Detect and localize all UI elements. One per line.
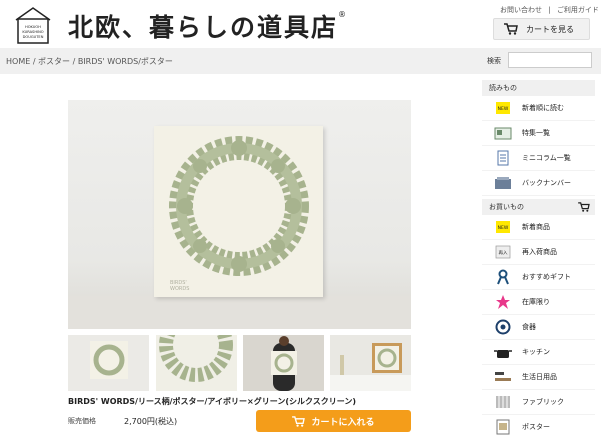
sidebar-item-restock[interactable]: 再入 再入荷商品 [482,240,595,265]
sidebar-item-label: 新着商品 [522,223,550,231]
site-logo-title[interactable]: 北欧、暮らしの道具店® [68,8,348,44]
sidebar-item-label: ミニコラム一覧 [522,154,571,162]
thumbnail-3[interactable] [243,335,324,391]
cart-icon [292,415,306,427]
star-icon [490,290,516,315]
sidebar-item-features[interactable]: 特集一覧 [482,121,595,146]
feature-icon [490,121,516,146]
cart-icon [578,202,590,212]
svg-text:WORDS: WORDS [170,286,189,292]
search-input[interactable] [508,52,592,68]
shelf [68,296,411,329]
view-cart-button[interactable]: カートを見る [493,18,590,40]
sidebar-item-limited-stock[interactable]: 在庫限り [482,290,595,315]
logo-house-icon[interactable]: HOKUOH KURASHINO DOUGUTEN [14,6,52,44]
thumbnail-strip [68,335,411,391]
sidebar-item-label: ポスター [522,423,550,431]
poster-icon [490,415,516,436]
sidebar-item-new-articles[interactable]: NEW 新着順に読む [482,96,595,121]
sidebar-item-mini-columns[interactable]: ミニコラム一覧 [482,146,595,171]
svg-text:NEW: NEW [498,225,509,231]
svg-text:再入: 再入 [499,250,508,256]
search-label: 検索 [487,57,501,65]
sidebar: 読みもの NEW 新着順に読む 特集一覧 ミニコラム一覧 バックナンバー お買い… [482,77,595,436]
view-cart-label: カートを見る [526,24,574,34]
new-badge-icon: NEW [490,96,516,121]
read-section-header: 読みもの [482,80,595,96]
fabric-icon [490,390,516,415]
sidebar-item-label: 再入荷商品 [522,248,557,256]
product-title: BIRDS' WORDS/リース柄/ポスター/アイボリー×グリーン(シルクスクリ… [68,397,356,406]
main-product-image[interactable]: BIRDS' WORDS [68,100,411,329]
link-separator: | [548,6,551,14]
add-to-cart-button[interactable]: カートに入れる [256,410,411,432]
column-icon [490,146,516,171]
add-to-cart-label: カートに入れる [311,417,375,428]
guide-link[interactable]: ご利用ガイド [557,6,599,14]
pot-icon [490,340,516,365]
thumbnail-4[interactable] [330,335,411,391]
sidebar-item-label: 特集一覧 [522,129,550,137]
sidebar-item-daily-goods[interactable]: 生活日用品 [482,365,595,390]
sidebar-item-label: 新着順に読む [522,104,564,112]
sidebar-item-label: キッチン [522,348,550,356]
breadcrumb-bar: HOME / ポスター / BIRDS' WORDS/ポスター 検索 [0,48,601,74]
price-value: 2,700円(税込) [124,417,178,426]
sidebar-item-label: 生活日用品 [522,373,557,381]
sidebar-item-label: 在庫限り [522,298,550,306]
svg-text:DOUGUTEN: DOUGUTEN [23,35,44,39]
shop-section-header: お買いもの [482,199,595,215]
cart-icon [504,23,518,35]
sidebar-item-tableware[interactable]: 食器 [482,315,595,340]
contact-link[interactable]: お問い合わせ [500,6,542,14]
sidebar-item-new-products[interactable]: NEW 新着商品 [482,215,595,240]
new-badge-icon: NEW [490,215,516,240]
backnumber-icon [490,171,516,196]
svg-text:NEW: NEW [498,106,509,112]
restock-icon: 再入 [490,240,516,265]
sidebar-item-label: バックナンバー [522,179,571,187]
sidebar-item-kitchen[interactable]: キッチン [482,340,595,365]
svg-text:HOKUOH: HOKUOH [25,25,41,29]
thumbnail-2[interactable] [156,335,237,391]
sidebar-item-fabric[interactable]: ファブリック [482,390,595,415]
dish-icon [490,315,516,340]
sidebar-item-poster[interactable]: ポスター [482,415,595,436]
poster-wreath-image: BIRDS' WORDS [154,126,323,297]
thumbnail-1[interactable] [68,335,149,391]
site-header: HOKUOH KURASHINO DOUGUTEN 北欧、暮らしの道具店® お問… [0,0,601,46]
svg-text:KURASHINO: KURASHINO [22,30,43,34]
sidebar-item-back-numbers[interactable]: バックナンバー [482,171,595,196]
top-links: お問い合わせ | ご利用ガイド [498,5,601,15]
brush-icon [490,365,516,390]
price-label: 販売価格 [68,417,96,425]
ribbon-icon [490,265,516,290]
sidebar-item-label: 食器 [522,323,536,331]
sidebar-item-label: ファブリック [522,398,564,406]
sidebar-item-gift[interactable]: おすすめギフト [482,265,595,290]
breadcrumb[interactable]: HOME / ポスター / BIRDS' WORDS/ポスター [6,56,173,67]
sidebar-item-label: おすすめギフト [522,273,571,281]
